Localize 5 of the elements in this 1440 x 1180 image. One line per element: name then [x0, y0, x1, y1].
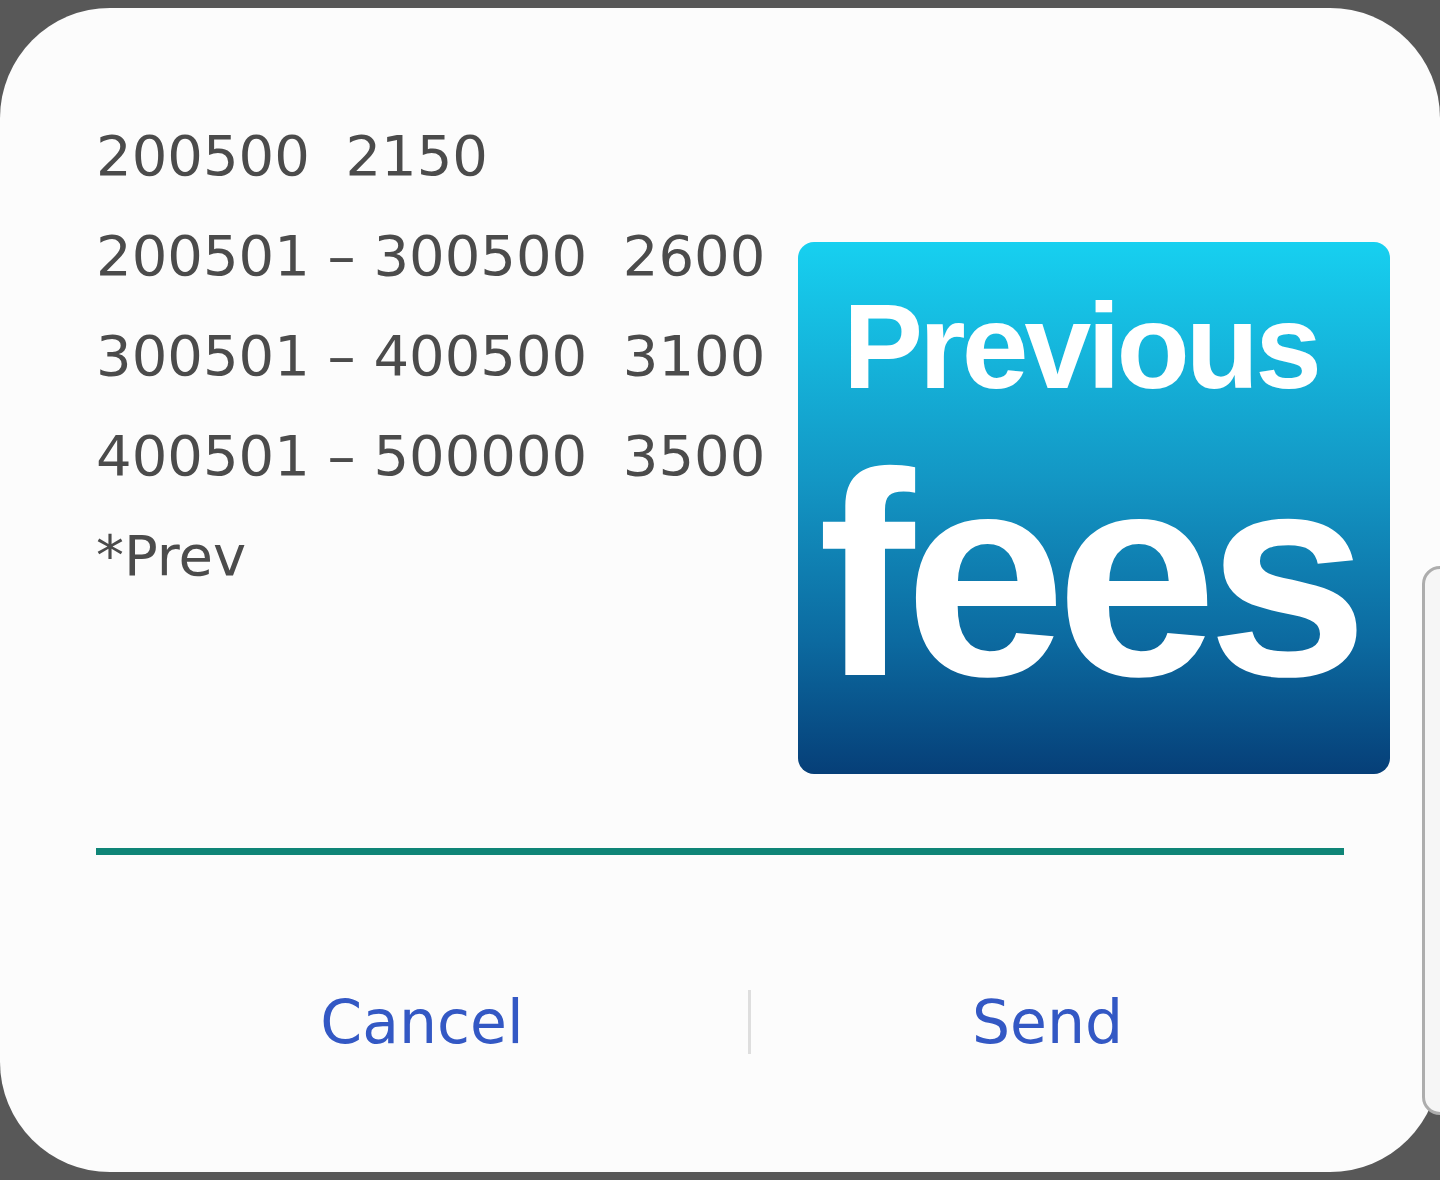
edge-panel-handle[interactable] [1422, 566, 1440, 1115]
graphic-title: Previous [843, 286, 1318, 406]
send-button[interactable]: Send [751, 962, 1344, 1082]
cancel-button[interactable]: Cancel [96, 962, 748, 1082]
graphic-headline: fees [818, 429, 1359, 719]
